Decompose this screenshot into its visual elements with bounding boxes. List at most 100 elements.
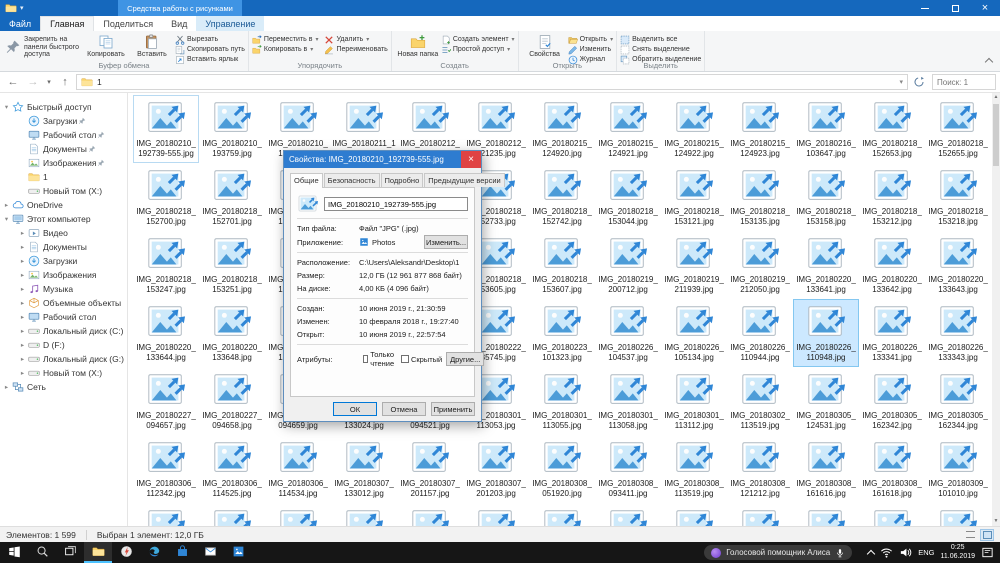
pin-to-quick-access-button[interactable]: Закрепить на панели быстрого доступа	[3, 33, 83, 62]
file-item[interactable]: IMG_20180210_192739-555.jpg	[133, 95, 199, 163]
scroll-down-button[interactable]: ▼	[992, 517, 1000, 526]
sidebar-item-this-pc[interactable]: ▾Этот компьютер	[0, 212, 127, 226]
file-item[interactable]: IMG_20180307_201157.jpg	[397, 435, 463, 503]
expand-chevron-icon[interactable]: ▾	[2, 215, 11, 223]
file-item[interactable]: IMG_20180219_211939.jpg	[661, 231, 727, 299]
readonly-checkbox[interactable]: Только чтение	[363, 350, 397, 368]
file-item[interactable]: IMG_20180308_051920.jpg	[529, 435, 595, 503]
file-item[interactable]: IMG_20180311_101011.jpg	[529, 503, 595, 526]
sidebar-item-qa-pictures[interactable]: Изображения	[0, 156, 127, 170]
back-button[interactable]: ←	[4, 74, 22, 90]
file-item[interactable]: IMG_20180301_113112.jpg	[661, 367, 727, 435]
expand-chevron-icon[interactable]: ▸	[18, 229, 27, 237]
other-attributes-button[interactable]: Другие...	[446, 352, 484, 366]
file-item[interactable]: IMG_20180306_112342.jpg	[133, 435, 199, 503]
expand-chevron-icon[interactable]: ▸	[18, 243, 27, 251]
minimize-button[interactable]	[910, 0, 940, 16]
file-item[interactable]: IMG_20180218_152653.jpg	[859, 95, 925, 163]
close-button[interactable]: ×	[970, 0, 1000, 16]
new-item-button[interactable]: Создать элемент▾	[441, 35, 515, 44]
expand-chevron-icon[interactable]: ▸	[18, 257, 27, 265]
file-item[interactable]: IMG_20180312_080808.jpg	[727, 503, 793, 526]
file-item[interactable]: IMG_20180218_153158.jpg	[793, 163, 859, 231]
filename-input[interactable]	[324, 197, 468, 211]
file-item[interactable]: IMG_20180311_131313.jpg	[661, 503, 727, 526]
file-item[interactable]: IMG_20180227_094658.jpg	[199, 367, 265, 435]
properties-button[interactable]: Свойства	[522, 33, 568, 62]
expand-chevron-icon[interactable]: ▸	[18, 355, 27, 363]
file-item[interactable]: IMG_20180226_110944.jpg	[727, 299, 793, 367]
dialog-tab-general[interactable]: Общие	[290, 173, 323, 188]
move-to-button[interactable]: Переместить в▾	[252, 35, 319, 44]
taskbar-browser-button[interactable]	[112, 542, 140, 563]
change-app-button[interactable]: Изменить...	[424, 235, 468, 249]
task-view-button[interactable]	[56, 542, 84, 563]
expand-chevron-icon[interactable]: ▸	[18, 299, 27, 307]
file-item[interactable]: IMG_20180309_101012.jpg	[133, 503, 199, 526]
network-tray-icon[interactable]	[880, 546, 893, 559]
sidebar-item-network[interactable]: ▸Сеть	[0, 380, 127, 394]
sidebar-item-onedrive[interactable]: ▸OneDrive	[0, 198, 127, 212]
file-item[interactable]: IMG_20180301_113058.jpg	[595, 367, 661, 435]
ok-button[interactable]: ОК	[333, 402, 377, 416]
file-item[interactable]: IMG_20180308_161618.jpg	[859, 435, 925, 503]
expand-chevron-icon[interactable]: ▾	[2, 103, 11, 111]
forward-button[interactable]: →	[24, 74, 42, 90]
file-item[interactable]: IMG_20180311_101013.jpg	[595, 503, 661, 526]
copy-button[interactable]: Копировать	[83, 33, 129, 62]
action-center-icon[interactable]	[981, 546, 994, 559]
maximize-button[interactable]	[940, 0, 970, 16]
file-item[interactable]: IMG_20180310_090911.jpg	[397, 503, 463, 526]
sidebar-item-pc-pictures[interactable]: ▸Изображения	[0, 268, 127, 282]
file-item[interactable]: IMG_20180306_114525.jpg	[199, 435, 265, 503]
file-item[interactable]: IMG_20180215_124921.jpg	[595, 95, 661, 163]
file-item[interactable]: IMG_20180305_162344.jpg	[925, 367, 991, 435]
file-item[interactable]: IMG_20180310_090909.jpg	[331, 503, 397, 526]
copy-to-button[interactable]: Копировать в▾	[252, 45, 319, 54]
start-button[interactable]	[0, 542, 28, 563]
address-dropdown-icon[interactable]: ▾	[899, 78, 903, 86]
scroll-up-button[interactable]: ▲	[992, 93, 1000, 102]
new-folder-button[interactable]: Новая папка	[395, 33, 441, 62]
tray-expand-chevron-icon[interactable]	[867, 549, 875, 557]
vertical-scrollbar[interactable]: ▲ ▼	[992, 93, 1000, 526]
address-bar[interactable]: 1 ▾	[76, 74, 908, 90]
open-button[interactable]: Открыть▾	[568, 35, 614, 44]
copy-path-button[interactable]: Скопировать путь	[175, 45, 245, 54]
file-item[interactable]: IMG_20180218_153121.jpg	[661, 163, 727, 231]
recent-locations-button[interactable]: ▾	[44, 74, 54, 90]
file-item[interactable]: IMG_20180220_133641.jpg	[793, 231, 859, 299]
delete-button[interactable]: Удалить▾	[324, 35, 387, 44]
file-item[interactable]: IMG_20180226_133343.jpg	[925, 299, 991, 367]
tab-home[interactable]: Главная	[40, 16, 94, 31]
dialog-tab-previous-versions[interactable]: Предыдущие версии	[424, 173, 504, 187]
file-item[interactable]: IMG_20180218_152742.jpg	[529, 163, 595, 231]
expand-chevron-icon[interactable]: ▸	[18, 327, 27, 335]
file-item[interactable]: IMG_20180312_080810.jpg	[793, 503, 859, 526]
sidebar-item-pc-downloads[interactable]: ▸Загрузки	[0, 254, 127, 268]
sidebar-item-pc-d-f[interactable]: ▸D (F:)	[0, 338, 127, 352]
file-item[interactable]: IMG_20180218_153044.jpg	[595, 163, 661, 231]
details-view-button[interactable]	[963, 529, 977, 541]
file-item[interactable]: IMG_20180218_153218.jpg	[925, 163, 991, 231]
select-none-button[interactable]: Снять выделение	[620, 45, 701, 54]
qat-customize-button[interactable]: ▾	[20, 4, 24, 12]
sidebar-item-pc-disk-c[interactable]: ▸Локальный диск (C:)	[0, 324, 127, 338]
file-item[interactable]: IMG_20180215_124922.jpg	[661, 95, 727, 163]
dialog-tab-security[interactable]: Безопасность	[324, 173, 380, 187]
clock[interactable]: 0:25 11.06.2019	[940, 544, 975, 561]
file-item[interactable]: IMG_20180226_110948.jpg	[793, 299, 859, 367]
search-box[interactable]: Поиск: 1	[932, 74, 996, 90]
file-item[interactable]: IMG_20180309_110303.jpg	[199, 503, 265, 526]
language-indicator[interactable]: ENG	[918, 548, 934, 557]
file-item[interactable]: IMG_20180210_193759.jpg	[199, 95, 265, 163]
taskbar-search-button[interactable]	[28, 542, 56, 563]
file-item[interactable]: IMG_20180305_162342.jpg	[859, 367, 925, 435]
file-item[interactable]: IMG_20180308_161616.jpg	[793, 435, 859, 503]
file-item[interactable]: IMG_20180218_152700.jpg	[133, 163, 199, 231]
up-button[interactable]: ↑	[56, 74, 74, 90]
file-item[interactable]: IMG_20180227_094657.jpg	[133, 367, 199, 435]
expand-chevron-icon[interactable]: ▸	[2, 383, 11, 391]
file-item[interactable]: IMG_20180215_124920.jpg	[529, 95, 595, 163]
file-item[interactable]: IMG_20180308_093411.jpg	[595, 435, 661, 503]
